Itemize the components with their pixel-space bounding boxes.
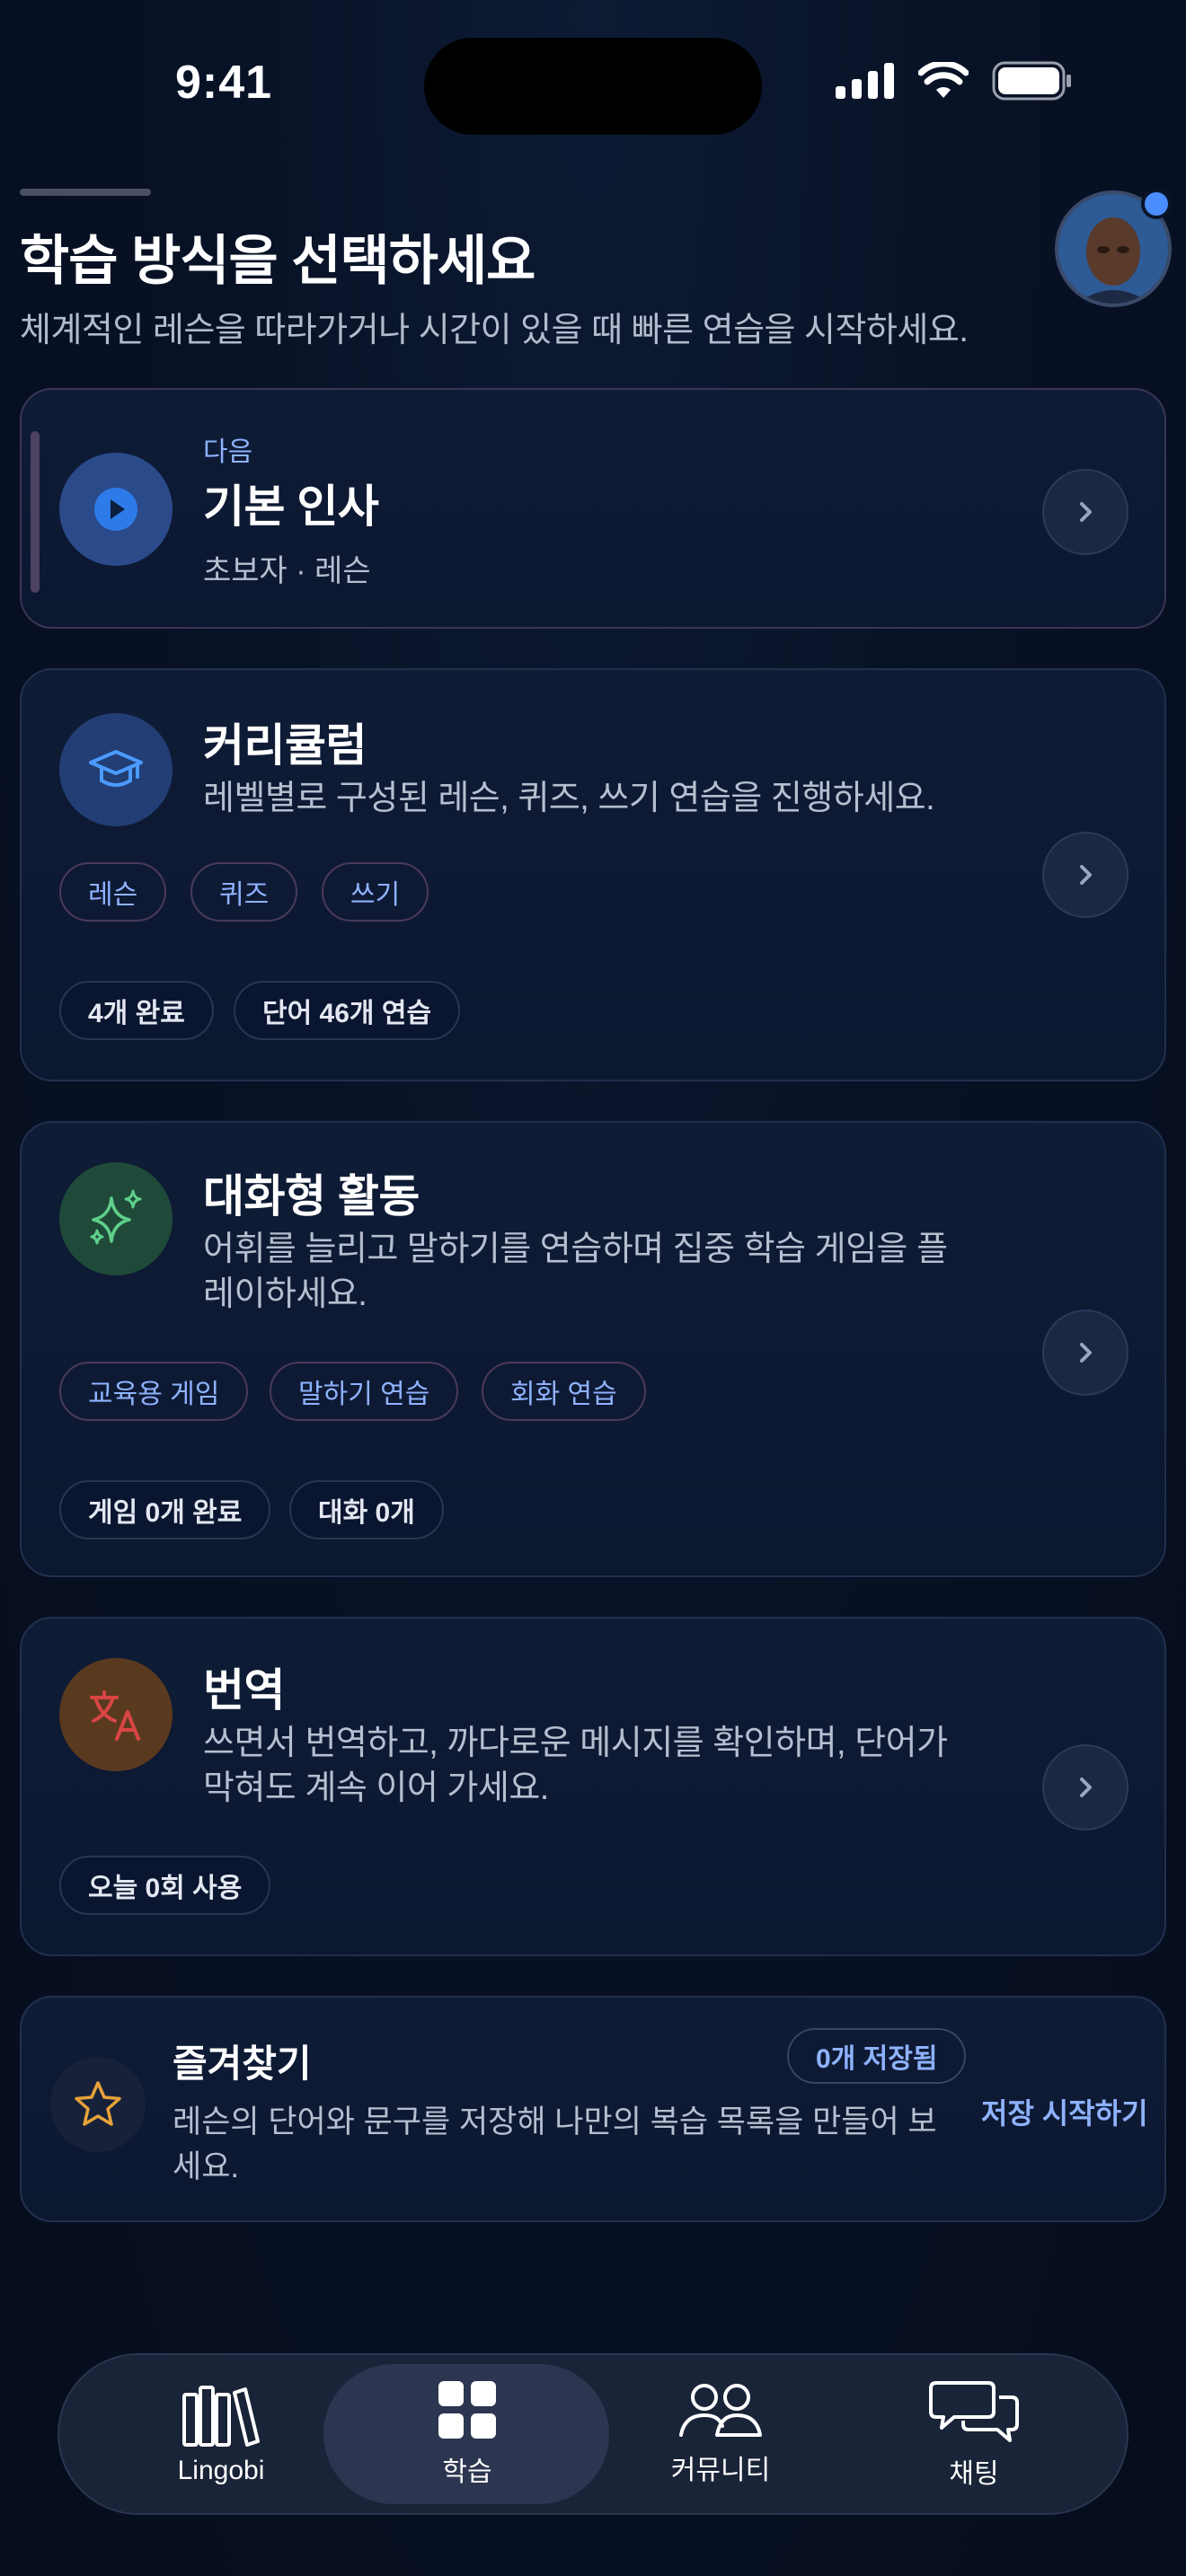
tab-label: 학습 <box>442 2457 492 2487</box>
page-title: 학습 방식을 선택하세요 <box>20 231 535 291</box>
tab-chat[interactable]: 채팅 <box>839 2355 1109 2513</box>
tab-lingobi[interactable]: Lingobi <box>86 2355 356 2513</box>
library-icon <box>182 2386 260 2447</box>
activities-title: 대화형 활동 <box>203 1171 420 1222</box>
saved-count-badge: 0개 저장됨 <box>787 2028 967 2084</box>
battery-icon <box>992 61 1071 101</box>
tab-label: Lingobi <box>177 2456 265 2485</box>
status-time: 9:41 <box>175 57 273 109</box>
stat-completed: 4개 완료 <box>59 981 214 1040</box>
tab-bar: Lingobi 학습 커뮤니티 채팅 <box>58 2353 1128 2515</box>
chevron-right-icon[interactable] <box>1042 832 1128 918</box>
chip-speaking[interactable]: 말하기 연습 <box>270 1362 459 1421</box>
chevron-right-icon[interactable] <box>1042 1310 1128 1396</box>
curriculum-card[interactable]: 커리큘럼 레벨별로 구성된 레슨, 퀴즈, 쓰기 연습을 진행하세요. 레슨 퀴… <box>20 668 1166 1081</box>
card-accent-bar <box>31 431 40 593</box>
favorites-card[interactable]: 즐겨찾기 0개 저장됨 레슨의 단어와 문구를 저장해 나만의 복습 목록을 만… <box>20 1996 1166 2222</box>
favorites-desc-line1: 레슨의 단어와 문구를 저장해 나만의 복습 목록을 만들어 보 <box>173 2104 937 2139</box>
curriculum-title: 커리큘럼 <box>203 720 367 771</box>
chip-lesson[interactable]: 레슨 <box>59 862 167 922</box>
next-lesson-card[interactable]: 다음 기본 인사 초보자 · 레슨 <box>20 388 1166 629</box>
chip-conversation[interactable]: 회화 연습 <box>482 1362 646 1421</box>
status-icons <box>836 61 1073 101</box>
wifi-icon <box>918 62 969 98</box>
chip-quiz[interactable]: 퀴즈 <box>190 862 298 922</box>
next-lesson-meta: 초보자 · 레슨 <box>203 554 371 588</box>
start-saving-link[interactable]: 저장 시작하기 <box>981 2091 1148 2132</box>
chat-bubbles-icon <box>929 2381 1019 2442</box>
chip-writing[interactable]: 쓰기 <box>322 862 429 922</box>
page-subtitle: 체계적인 레슨을 따라가거나 시간이 있을 때 빠른 연습을 시작하세요. <box>20 312 969 349</box>
stat-translation-usage: 오늘 0회 사용 <box>59 1856 271 1915</box>
translation-desc-line2: 막혀도 계속 이어 가세요. <box>203 1769 549 1807</box>
next-lesson-title: 기본 인사 <box>203 481 379 532</box>
people-icon <box>679 2384 762 2437</box>
play-icon <box>59 453 173 566</box>
sparkles-icon <box>59 1162 173 1275</box>
header-rule <box>20 189 151 196</box>
stat-words: 단어 46개 연습 <box>234 981 461 1040</box>
tab-learning[interactable]: 학습 <box>332 2355 602 2513</box>
tab-community[interactable]: 커뮤니티 <box>586 2355 855 2513</box>
star-icon <box>50 2057 146 2152</box>
signal-icon <box>836 63 894 99</box>
next-label: 다음 <box>203 437 253 467</box>
chevron-right-icon[interactable] <box>1042 1744 1128 1831</box>
activities-desc-line2: 레이하세요. <box>203 1275 367 1313</box>
notification-dot <box>1141 189 1172 219</box>
activities-card[interactable]: 대화형 활동 어휘를 늘리고 말하기를 연습하며 집중 학습 게임을 플 레이하… <box>20 1121 1166 1577</box>
stat-conversations: 대화 0개 <box>289 1480 444 1539</box>
tab-label: 커뮤니티 <box>670 2456 771 2485</box>
translation-desc-line1: 쓰면서 번역하고, 까다로운 메시지를 확인하며, 단어가 <box>203 1725 948 1762</box>
dynamic-island <box>424 38 762 135</box>
graduation-cap-icon <box>59 713 173 826</box>
translation-title: 번역 <box>203 1665 286 1716</box>
translate-icon <box>59 1658 173 1771</box>
chevron-right-icon[interactable] <box>1042 469 1128 555</box>
favorites-title: 즐겨찾기 <box>173 2042 312 2085</box>
activities-desc-line1: 어휘를 늘리고 말하기를 연습하며 집중 학습 게임을 플 <box>203 1231 948 1268</box>
translation-card[interactable]: 번역 쓰면서 번역하고, 까다로운 메시지를 확인하며, 단어가 막혀도 계속 … <box>20 1617 1166 1956</box>
stat-games: 게임 0개 완료 <box>59 1480 271 1539</box>
grid-icon <box>438 2381 496 2439</box>
tab-label: 채팅 <box>949 2459 999 2489</box>
favorites-desc-line2: 세요. <box>173 2149 240 2184</box>
chip-edu-games[interactable]: 교육용 게임 <box>59 1362 249 1421</box>
curriculum-desc: 레벨별로 구성된 레슨, 퀴즈, 쓰기 연습을 진행하세요. <box>203 780 935 817</box>
